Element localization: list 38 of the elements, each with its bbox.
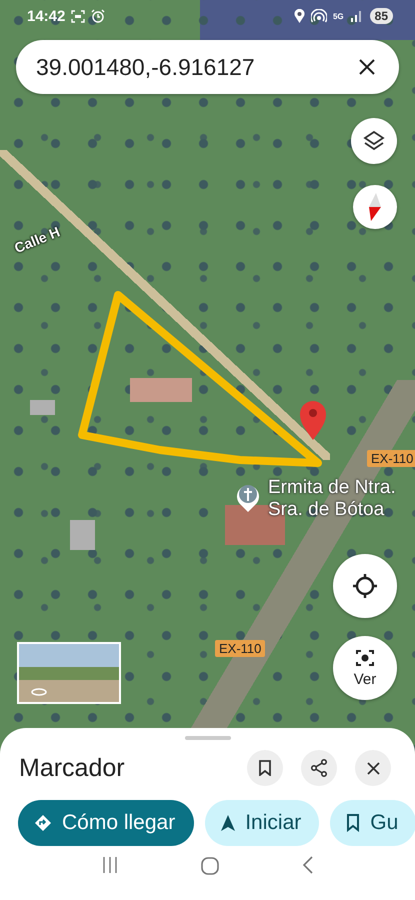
screenshot-icon	[71, 10, 86, 22]
road-number-label: EX-110	[215, 640, 266, 657]
close-icon[interactable]	[359, 59, 375, 75]
location-pin-icon[interactable]	[300, 401, 326, 440]
church-pin-icon[interactable]	[237, 485, 259, 512]
clock-time: 14:42	[27, 8, 66, 24]
rotate-360-icon	[31, 688, 47, 696]
close-icon	[366, 762, 380, 774]
save-button[interactable]: Gu	[330, 800, 415, 846]
share-button[interactable]	[301, 750, 337, 786]
crosshair-icon	[352, 573, 378, 599]
bookmark-icon	[259, 760, 271, 776]
sheet-title: Marcador	[19, 754, 126, 782]
navigation-arrow-icon	[221, 815, 236, 831]
share-icon	[310, 759, 328, 777]
bookmark-icon	[346, 814, 360, 832]
place-label[interactable]: Ermita de Ntra. Sra. de Bótoa	[268, 477, 408, 521]
directions-icon	[34, 814, 52, 832]
road-number-label: EX-110	[367, 450, 415, 467]
back-icon[interactable]	[300, 856, 314, 874]
hotspot-icon	[310, 9, 327, 23]
close-button[interactable]	[355, 750, 391, 786]
network-type: 5G	[332, 12, 344, 20]
save-icon-button[interactable]	[247, 750, 283, 786]
compass-icon	[369, 193, 381, 221]
layers-icon	[363, 130, 385, 152]
start-button[interactable]: Iniciar	[205, 800, 320, 846]
home-icon[interactable]	[200, 856, 220, 876]
recent-apps-icon[interactable]	[100, 856, 118, 874]
street-label: Calle H	[12, 223, 62, 256]
street-view-thumbnail[interactable]	[17, 642, 121, 704]
drag-handle[interactable]	[184, 736, 230, 740]
search-field[interactable]: 39.001480,-6.916127	[16, 40, 399, 94]
location-icon	[294, 9, 305, 23]
directions-button[interactable]: Cómo llegar	[18, 800, 194, 846]
camera-icon	[354, 648, 376, 668]
alarm-icon	[91, 9, 106, 23]
signal-icon	[350, 10, 364, 22]
